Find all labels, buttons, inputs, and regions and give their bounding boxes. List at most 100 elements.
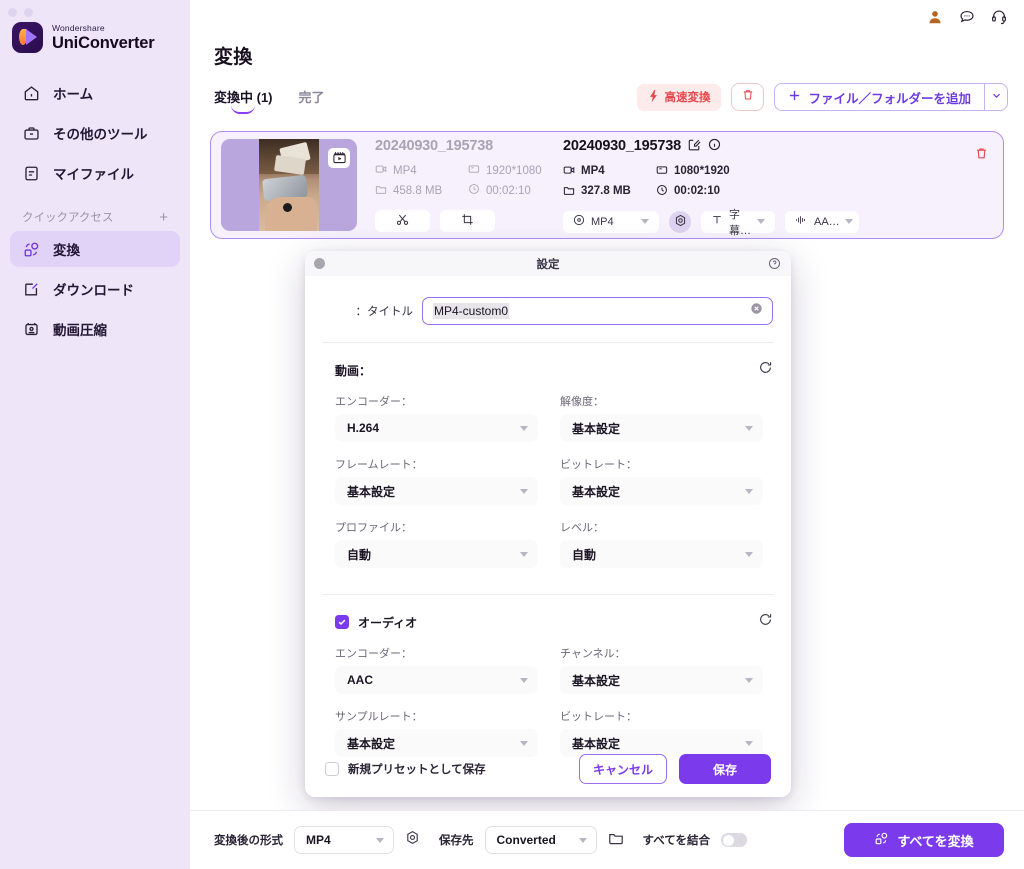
modal-overlay: 設定 タイトル： MP4-custom0 動画： エンコーダー： H.264 解… — [190, 0, 1024, 869]
modal-close-icon[interactable] — [314, 258, 325, 269]
field-label: 解像度： — [560, 396, 604, 408]
brand-company: Wondershare — [52, 23, 105, 33]
destination-label: 保存先 — [439, 835, 474, 847]
chevron-down-icon — [376, 837, 384, 843]
field-label: ビットレート： — [560, 459, 637, 471]
chevron-down-icon — [520, 677, 528, 683]
sidebar-item-label: 変換 — [53, 243, 80, 258]
chevron-down-icon — [745, 677, 753, 683]
output-format-dropdown[interactable]: MP4 — [294, 826, 394, 854]
field-video-framerate: フレームレート： 基本設定 — [335, 456, 538, 505]
brand-product: UniConverter — [52, 33, 155, 52]
convert-all-button[interactable]: すべてを変換 — [844, 823, 1004, 857]
chevron-down-icon — [745, 488, 753, 494]
audio-fields-grid: エンコーダー： AAC チャンネル： 基本設定 サンプルレート： 基本設定 ビッ… — [305, 632, 791, 757]
video-bitrate-select[interactable]: 基本設定 — [560, 477, 763, 505]
field-audio-channel: チャンネル： 基本設定 — [560, 645, 763, 694]
window-traffic-lights[interactable] — [8, 8, 33, 17]
cancel-button[interactable]: キャンセル — [579, 754, 667, 784]
audio-section-header: オーディオ — [305, 595, 791, 632]
format-settings-gear-icon[interactable] — [405, 830, 420, 850]
sidebar-item-convert[interactable]: 変換 — [10, 231, 180, 267]
audio-section-title-row: オーディオ — [335, 614, 417, 631]
field-label: チャンネル： — [560, 648, 626, 660]
audio-encoder-select[interactable]: AAC — [335, 666, 538, 694]
field-label: ビットレート： — [560, 711, 637, 723]
toolbox-icon — [22, 124, 41, 143]
preset-title-row: タイトル： MP4-custom0 — [305, 276, 791, 325]
chevron-down-icon — [520, 551, 528, 557]
compress-icon — [22, 320, 41, 339]
file-icon — [22, 164, 41, 183]
merge-all-toggle[interactable] — [721, 833, 748, 847]
field-video-profile: プロファイル： 自動 — [335, 519, 538, 568]
preset-title-label: タイトル： — [355, 306, 414, 318]
sidebar-item-label: その他のツール — [53, 127, 148, 142]
convert-icon — [22, 240, 41, 259]
save-as-preset-label: 新規プリセットとして保存 — [348, 764, 486, 776]
save-as-preset-row[interactable]: 新規プリセットとして保存 — [325, 761, 486, 777]
modal-header: 設定 — [305, 251, 791, 276]
video-resolution-select[interactable]: 基本設定 — [560, 414, 763, 442]
chevron-down-icon — [745, 551, 753, 557]
open-folder-icon[interactable] — [608, 830, 624, 851]
sidebar-item-label: 動画圧縮 — [53, 323, 107, 338]
modal-footer: 新規プリセットとして保存 キャンセル 保存 — [305, 741, 791, 797]
field-video-level: レベル： 自動 — [560, 519, 763, 568]
audio-section-title: オーディオ — [358, 615, 418, 630]
video-encoder-select[interactable]: H.264 — [335, 414, 538, 442]
save-button[interactable]: 保存 — [679, 754, 771, 784]
sidebar: Wondershare UniConverter ホーム その他のツール マイフ… — [0, 0, 190, 869]
quick-access-label: クイックアクセス — [22, 212, 114, 224]
help-icon[interactable] — [768, 257, 781, 273]
video-section-title: 動画： — [335, 363, 372, 378]
chevron-down-icon — [578, 837, 587, 843]
convert-icon — [874, 831, 889, 849]
add-quick-access-icon[interactable]: + — [159, 210, 168, 225]
sidebar-nav: ホーム その他のツール マイファイル — [0, 75, 190, 191]
field-video-resolution: 解像度： 基本設定 — [560, 393, 763, 442]
sidebar-item-label: ホーム — [53, 87, 94, 102]
convert-all-label: すべてを変換 — [897, 833, 974, 849]
quick-access-nav: 変換 ダウンロード 動画圧縮 — [0, 231, 190, 347]
destination-dropdown[interactable]: Converted — [484, 826, 597, 854]
quick-access-header: クイックアクセス + — [0, 195, 190, 231]
sidebar-item-download[interactable]: ダウンロード — [10, 271, 180, 307]
field-audio-encoder: エンコーダー： AAC — [335, 645, 538, 694]
minimize-window-dot[interactable] — [24, 8, 33, 17]
audio-channel-select[interactable]: 基本設定 — [560, 666, 763, 694]
reset-audio-icon[interactable] — [758, 612, 773, 632]
uniconverter-logo-icon — [12, 22, 43, 53]
field-label: フレームレート： — [335, 459, 423, 471]
sidebar-item-compress[interactable]: 動画圧縮 — [10, 311, 180, 347]
field-label: エンコーダー： — [335, 648, 412, 660]
merge-all-label: すべてを結合 — [642, 835, 711, 847]
field-label: プロファイル： — [335, 522, 412, 534]
sidebar-item-label: ダウンロード — [53, 283, 134, 298]
save-as-preset-checkbox[interactable] — [325, 762, 339, 776]
clear-icon[interactable] — [750, 302, 763, 320]
modal-footer-buttons: キャンセル 保存 — [579, 754, 771, 784]
sidebar-item-home[interactable]: ホーム — [10, 75, 180, 111]
video-framerate-select[interactable]: 基本設定 — [335, 477, 538, 505]
field-label: サンプルレート： — [335, 711, 423, 723]
reset-video-icon[interactable] — [758, 360, 773, 380]
chevron-down-icon — [745, 425, 753, 431]
close-window-dot[interactable] — [8, 8, 17, 17]
preset-title-input[interactable]: MP4-custom0 — [422, 297, 773, 325]
field-label: エンコーダー： — [335, 396, 412, 408]
home-icon — [22, 84, 41, 103]
audio-enabled-checkbox[interactable] — [335, 615, 349, 629]
field-label: レベル： — [560, 522, 604, 534]
sidebar-item-more-tools[interactable]: その他のツール — [10, 115, 180, 151]
preset-title-value: MP4-custom0 — [433, 303, 510, 319]
sidebar-item-my-files[interactable]: マイファイル — [10, 155, 180, 191]
sidebar-item-label: マイファイル — [53, 167, 134, 182]
field-video-encoder: エンコーダー： H.264 — [335, 393, 538, 442]
video-level-select[interactable]: 自動 — [560, 540, 763, 568]
chevron-down-icon — [520, 488, 528, 494]
download-icon — [22, 280, 41, 299]
chevron-down-icon — [520, 425, 528, 431]
app-window: Wondershare UniConverter ホーム その他のツール マイフ… — [0, 0, 1024, 869]
video-profile-select[interactable]: 自動 — [335, 540, 538, 568]
